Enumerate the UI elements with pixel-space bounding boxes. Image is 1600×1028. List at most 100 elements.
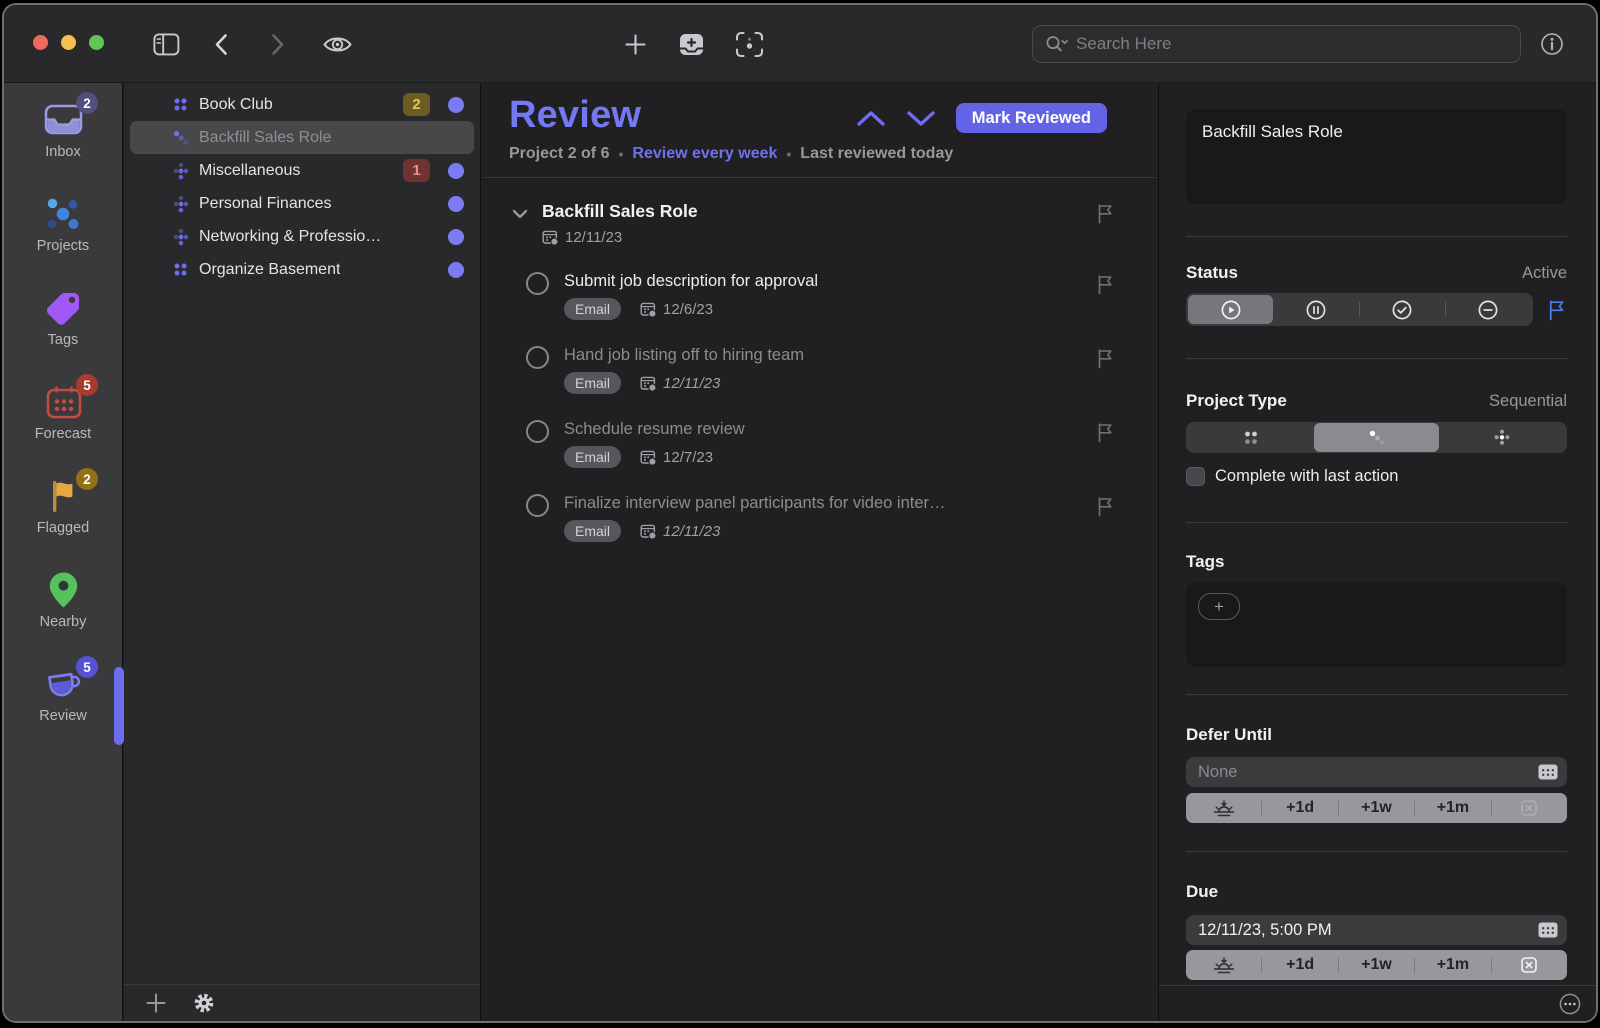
info-button[interactable]	[1536, 5, 1568, 83]
minimize-button[interactable]	[61, 35, 76, 50]
sidebar-item-flagged[interactable]: 2 Flagged	[4, 474, 122, 568]
sunrise-icon	[1213, 800, 1235, 817]
project-row-networking[interactable]: Networking & Professio…	[130, 220, 474, 253]
gear-icon[interactable]	[193, 992, 215, 1014]
project-type-value: Sequential	[1489, 392, 1567, 411]
status-on-hold-segment[interactable]	[1273, 295, 1358, 324]
project-row-personal-finances[interactable]: Personal Finances	[130, 187, 474, 220]
needs-review-dot	[448, 97, 464, 113]
task-row[interactable]: Finalize interview panel participants fo…	[482, 468, 1157, 542]
view-options-button[interactable]	[319, 5, 355, 83]
more-options-button[interactable]	[1558, 992, 1582, 1016]
task-complete-checkbox[interactable]	[526, 494, 549, 517]
single-actions-type-segment[interactable]	[1439, 423, 1565, 452]
task-row[interactable]: Schedule resume review Email 12/7/23	[482, 394, 1157, 468]
status-completed-segment[interactable]	[1360, 295, 1445, 324]
project-group-row[interactable]: Backfill Sales Role 12/11/23	[482, 178, 1157, 246]
mark-reviewed-button[interactable]: Mark Reviewed	[956, 103, 1107, 133]
defer-sunrise-button[interactable]	[1186, 793, 1261, 823]
flag-icon[interactable]	[1546, 298, 1567, 321]
project-row-backfill-sales-role[interactable]: Backfill Sales Role	[130, 121, 474, 154]
due-input[interactable]: 12/11/23, 5:00 PM	[1186, 915, 1567, 945]
task-complete-checkbox[interactable]	[526, 420, 549, 443]
sidebar-item-nearby[interactable]: Nearby	[4, 568, 122, 662]
add-project-button[interactable]	[146, 993, 166, 1013]
calendar-picker-icon[interactable]	[1538, 764, 1558, 780]
sidebar-item-inbox[interactable]: 2 Inbox	[4, 98, 122, 192]
flag-icon[interactable]	[1095, 273, 1115, 295]
parallel-type-segment[interactable]	[1188, 423, 1314, 452]
status-segmented-control	[1186, 293, 1533, 326]
tag-pill[interactable]: Email	[564, 372, 621, 394]
new-item-button[interactable]	[619, 5, 651, 83]
review-subtitle: Project 2 of 6 • Review every week • Las…	[509, 145, 1157, 163]
defer-until-label: Defer Until	[1186, 725, 1272, 745]
search-input[interactable]	[1076, 34, 1508, 54]
project-name: Backfill Sales Role	[199, 129, 332, 147]
due-plus-1m-button[interactable]: +1m	[1415, 950, 1490, 980]
complete-with-last-action-checkbox[interactable]	[1186, 467, 1205, 486]
sidebar-item-projects[interactable]: Projects	[4, 192, 122, 286]
forward-button[interactable]	[265, 5, 291, 83]
disclosure-chevron-icon[interactable]	[511, 205, 529, 223]
parallel-dots-icon	[1240, 429, 1262, 447]
tag-pill[interactable]: Email	[564, 520, 621, 542]
task-complete-checkbox[interactable]	[526, 272, 549, 295]
projects-icon	[44, 196, 82, 233]
sequential-type-segment[interactable]	[1314, 423, 1440, 452]
flag-icon[interactable]	[1095, 202, 1115, 224]
previous-project-button[interactable]	[856, 109, 886, 128]
back-button[interactable]	[208, 5, 234, 83]
focus-button[interactable]	[732, 5, 766, 83]
tag-pill[interactable]: Email	[564, 446, 621, 468]
sidebar-item-forecast[interactable]: 5 Forecast	[4, 380, 122, 474]
status-dropped-segment[interactable]	[1446, 295, 1531, 324]
status-label: Status	[1186, 263, 1238, 283]
flag-icon[interactable]	[1095, 347, 1115, 369]
project-list-toolbar	[124, 984, 480, 1021]
zoom-button[interactable]	[89, 35, 104, 50]
search-field[interactable]	[1032, 25, 1521, 63]
project-row-organize-basement[interactable]: Organize Basement	[130, 253, 474, 286]
defer-plus-1w-button[interactable]: +1w	[1339, 793, 1414, 823]
defer-plus-1d-button[interactable]: +1d	[1262, 793, 1337, 823]
task-due-date: 12/6/23	[663, 301, 713, 318]
due-sunrise-button[interactable]	[1186, 950, 1261, 980]
due-clear-button[interactable]	[1492, 950, 1567, 980]
due-calendar-icon	[640, 449, 657, 466]
task-due-date: 12/11/23	[663, 523, 720, 540]
project-row-book-club[interactable]: Book Club 2	[130, 88, 474, 121]
calendar-picker-icon[interactable]	[1538, 922, 1558, 938]
task-complete-checkbox[interactable]	[526, 346, 549, 369]
next-project-button[interactable]	[906, 109, 936, 128]
project-name-field[interactable]: Backfill Sales Role	[1186, 109, 1567, 204]
review-frequency-link[interactable]: Review every week	[632, 145, 777, 163]
project-row-miscellaneous[interactable]: Miscellaneous 1	[130, 154, 474, 187]
project-count-badge: 1	[403, 159, 430, 182]
review-badge: 5	[76, 656, 98, 678]
tag-pill[interactable]: Email	[564, 298, 621, 320]
add-tag-button[interactable]: +	[1198, 593, 1240, 620]
due-plus-1d-button[interactable]: +1d	[1262, 950, 1337, 980]
toggle-sidebar-button[interactable]	[150, 5, 182, 83]
close-button[interactable]	[33, 35, 48, 50]
sidebar-item-tags[interactable]: Tags	[4, 286, 122, 380]
add-to-inbox-button[interactable]	[675, 5, 707, 83]
play-circle-icon	[1220, 299, 1242, 321]
task-row[interactable]: Hand job listing off to hiring team Emai…	[482, 320, 1157, 394]
flag-icon[interactable]	[1095, 495, 1115, 517]
due-plus-1w-button[interactable]: +1w	[1339, 950, 1414, 980]
task-row[interactable]: Submit job description for approval Emai…	[482, 246, 1157, 320]
status-active-segment[interactable]	[1188, 295, 1273, 324]
info-icon	[1540, 32, 1564, 56]
sidebar-item-review[interactable]: 5 Review	[4, 662, 122, 756]
defer-until-input[interactable]: None	[1186, 757, 1567, 787]
defer-clear-button[interactable]	[1492, 793, 1567, 823]
due-quick-buttons: +1d +1w +1m	[1186, 950, 1567, 980]
project-type-segmented-control	[1186, 422, 1567, 453]
tags-field[interactable]: +	[1186, 582, 1567, 667]
title-bar	[4, 5, 1596, 83]
defer-plus-1m-button[interactable]: +1m	[1415, 793, 1490, 823]
flag-icon[interactable]	[1095, 421, 1115, 443]
review-header: Review Mark Reviewed Project 2 of 6 • Re…	[482, 83, 1157, 178]
